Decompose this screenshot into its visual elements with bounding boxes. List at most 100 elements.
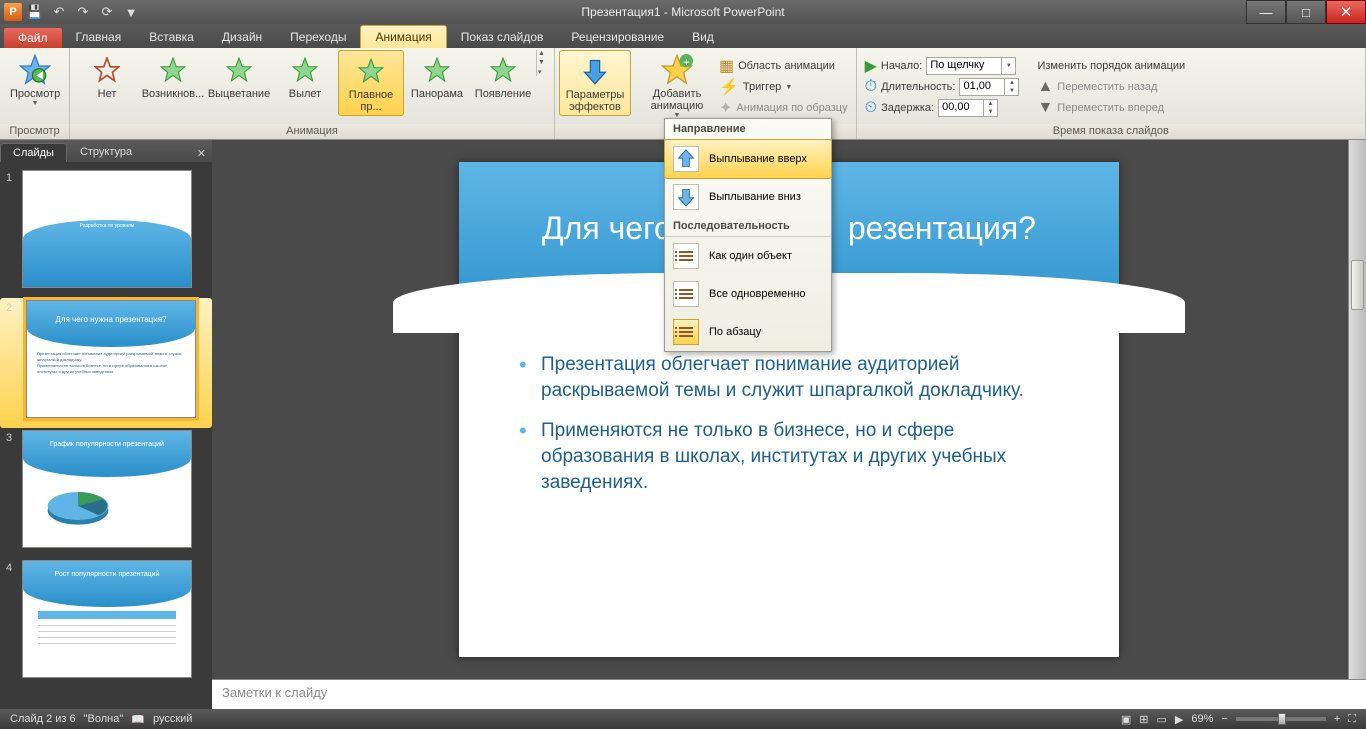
group-animation: Нет Возникнов... Выцветание Вылет Плавно… <box>70 48 555 139</box>
menu-float-up[interactable]: Выплывание вверх <box>664 139 832 179</box>
panel-close-icon[interactable]: ✕ <box>191 145 212 162</box>
menu-section-sequence: Последовательность <box>665 216 831 237</box>
status-bar: Слайд 2 из 6 "Волна" 📖 русский ▣ ⊞ ▭ ▶ 6… <box>0 709 1366 729</box>
zoom-in-button[interactable]: + <box>1330 713 1344 725</box>
star-icon <box>223 54 255 86</box>
tab-insert[interactable]: Вставка <box>135 26 208 48</box>
animation-painter-button[interactable]: ✦Анимация по образцу <box>715 98 852 118</box>
menu-as-one-object[interactable]: Как один объект <box>665 237 831 275</box>
preview-label: Просмотр <box>10 88 60 100</box>
notes-pane[interactable]: Заметки к слайду <box>212 679 1366 709</box>
delay-spinner[interactable]: 00,00▲▼ <box>938 99 998 117</box>
tab-slides[interactable]: Слайды <box>0 143 67 162</box>
redo-icon[interactable]: ↷ <box>72 2 94 22</box>
menu-section-direction: Направление <box>665 119 831 140</box>
group-effect-params: Параметры эффектов <box>555 48 635 139</box>
add-animation-button[interactable]: + Добавить анимацию ▼ <box>639 50 715 124</box>
tab-view[interactable]: Вид <box>678 26 728 48</box>
star-icon <box>157 54 189 86</box>
move-back-button[interactable]: ▲Переместить назад <box>1033 77 1189 97</box>
lines-icon <box>673 281 699 307</box>
thumb-2[interactable]: 2 ☆ Для чего нужна презентация? Презента… <box>0 298 212 428</box>
animation-pane-button[interactable]: ▦Область анимации <box>715 56 852 76</box>
trigger-button[interactable]: ⚡Триггер▼ <box>715 77 852 97</box>
scroll-handle[interactable] <box>1351 260 1364 310</box>
preview-button[interactable]: Просмотр ▼ <box>4 50 66 109</box>
menu-all-at-once[interactable]: Все одновременно <box>665 275 831 313</box>
thumb-3[interactable]: 3 График популярности презентаций <box>0 428 212 558</box>
anim-fade[interactable]: Выцветание <box>206 50 272 102</box>
status-language[interactable]: русский <box>149 713 196 725</box>
thumb-number: 2 <box>6 300 22 418</box>
star-icon <box>355 55 387 87</box>
slide-body[interactable]: Презентация облегчает понимание аудитори… <box>519 352 1059 510</box>
vertical-scrollbar[interactable] <box>1348 140 1366 679</box>
menu-item-label: Все одновременно <box>709 288 806 300</box>
menu-item-label: По абзацу <box>709 326 761 338</box>
tab-outline[interactable]: Структура <box>67 142 145 162</box>
tab-transitions[interactable]: Переходы <box>276 26 360 48</box>
status-spellcheck-icon[interactable]: 📖 <box>127 713 149 726</box>
tab-file[interactable]: Файл <box>4 28 62 48</box>
thumb-4[interactable]: 4 Рост популярности презентаций <box>0 558 212 688</box>
view-slideshow-icon[interactable]: ▶ <box>1171 713 1187 726</box>
view-normal-icon[interactable]: ▣ <box>1117 713 1135 726</box>
tab-design[interactable]: Дизайн <box>208 26 276 48</box>
thumb-1[interactable]: 1 Создание презентацииРазработка по уров… <box>0 168 212 298</box>
preview-star-icon <box>19 54 51 86</box>
reorder-label: Изменить порядок анимации <box>1037 60 1185 72</box>
anim-reveal[interactable]: Появление <box>470 50 536 102</box>
zoom-out-button[interactable]: − <box>1217 713 1231 725</box>
menu-item-label: Выплывание вверх <box>709 153 807 165</box>
anim-fly[interactable]: Вылет <box>272 50 338 102</box>
arrow-down-icon <box>673 184 699 210</box>
start-select[interactable]: По щелчку▼ <box>926 57 1016 75</box>
anim-reveal-label: Появление <box>475 88 531 100</box>
group-label-timing: Время показа слайдов <box>857 124 1365 139</box>
fit-window-icon[interactable]: ⛶ <box>1344 713 1360 726</box>
group-timing: ▶Начало: По щелчку▼ ⏱Длительность: 01,00… <box>857 48 1366 139</box>
anim-appear-label: Возникнов... <box>142 88 205 100</box>
duration-label: Длительность: <box>881 81 955 93</box>
tab-animation[interactable]: Анимация <box>360 25 446 48</box>
tab-home[interactable]: Главная <box>62 26 136 48</box>
anim-pan[interactable]: Панорама <box>404 50 470 102</box>
effect-options-menu: Направление Выплывание вверх Выплывание … <box>664 118 832 352</box>
anim-none[interactable]: Нет <box>74 50 140 102</box>
add-star-icon: + <box>661 54 693 86</box>
minimize-button[interactable]: — <box>1246 0 1286 24</box>
menu-by-paragraph[interactable]: По абзацу <box>665 313 831 351</box>
view-sorter-icon[interactable]: ⊞ <box>1135 713 1152 726</box>
save-icon[interactable]: 💾 <box>24 2 46 22</box>
view-reading-icon[interactable]: ▭ <box>1153 713 1171 726</box>
effect-options-button[interactable]: Параметры эффектов <box>559 50 631 116</box>
star-icon <box>91 54 123 86</box>
maximize-button[interactable]: □ <box>1286 0 1326 24</box>
move-forward-button[interactable]: ▼Переместить вперед <box>1033 98 1189 118</box>
delay-label: Задержка: <box>881 102 934 114</box>
close-button[interactable]: ✕ <box>1326 0 1366 24</box>
ribbon-tabs: Файл Главная Вставка Дизайн Переходы Ани… <box>0 24 1366 48</box>
qat-dropdown-icon[interactable]: ▼ <box>120 2 142 22</box>
tab-slideshow[interactable]: Показ слайдов <box>447 26 558 48</box>
thumb-number: 3 <box>6 430 22 548</box>
anim-pan-label: Панорама <box>411 88 463 100</box>
bullet: Презентация облегчает понимание аудитори… <box>519 352 1059 404</box>
group-label-preview: Просмотр <box>0 124 69 139</box>
tab-review[interactable]: Рецензирование <box>557 26 678 48</box>
menu-float-down[interactable]: Выплывание вниз <box>665 178 831 216</box>
lines-icon <box>673 319 699 345</box>
group-label-animation: Анимация <box>70 124 554 139</box>
lines-icon <box>673 243 699 269</box>
refresh-icon[interactable]: ⟳ <box>96 2 118 22</box>
thumbnails[interactable]: 1 Создание презентацииРазработка по уров… <box>0 162 212 709</box>
anim-appear[interactable]: Возникнов... <box>140 50 206 102</box>
duration-spinner[interactable]: 01,00▲▼ <box>959 78 1019 96</box>
window-buttons: — □ ✕ <box>1246 0 1366 24</box>
app-icon[interactable]: P <box>4 3 22 21</box>
group-preview: Просмотр ▼ Просмотр <box>0 48 70 139</box>
anim-float[interactable]: Плавное пр... <box>338 50 404 116</box>
zoom-slider[interactable] <box>1232 717 1330 721</box>
anim-gallery-more[interactable]: ▲▼▾ <box>536 50 550 76</box>
undo-icon[interactable]: ↶ <box>48 2 70 22</box>
